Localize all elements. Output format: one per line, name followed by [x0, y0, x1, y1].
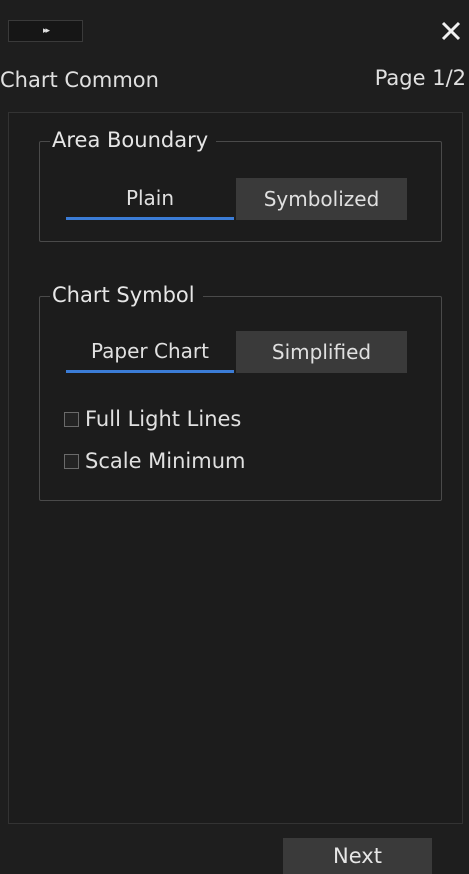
- page-title: Chart Common: [0, 68, 159, 92]
- scale-minimum-label: Scale Minimum: [85, 449, 246, 473]
- double-chevron-right-icon: ▸▸: [42, 26, 50, 36]
- scale-minimum-row[interactable]: Scale Minimum: [64, 446, 246, 476]
- chart-symbol-group: Chart Symbol Paper Chart Simplified Full…: [39, 283, 442, 501]
- chart-symbol-title: Chart Symbol: [50, 283, 203, 307]
- full-light-lines-checkbox[interactable]: [64, 411, 79, 427]
- full-light-lines-row[interactable]: Full Light Lines: [64, 404, 241, 434]
- title-bar: ▸▸: [0, 0, 469, 52]
- symbolized-option-button[interactable]: Symbolized: [236, 178, 407, 220]
- page-indicator: Page 1/2: [374, 66, 466, 90]
- plain-option-label: Plain: [125, 185, 175, 210]
- next-button-label: Next: [333, 844, 382, 868]
- scale-minimum-checkbox[interactable]: [64, 453, 79, 469]
- panel-header: Chart Common Page 1/2: [0, 62, 469, 102]
- simplified-option-button[interactable]: Simplified: [236, 331, 407, 373]
- area-boundary-title: Area Boundary: [50, 128, 217, 152]
- collapse-button[interactable]: ▸▸: [8, 20, 83, 42]
- settings-panel: Area Boundary Plain Symbolized Chart Sym…: [8, 112, 463, 824]
- plain-option-button[interactable]: Plain: [66, 178, 234, 220]
- close-button[interactable]: [436, 14, 466, 48]
- paper-chart-option-label: Paper Chart: [91, 338, 209, 363]
- full-light-lines-label: Full Light Lines: [85, 407, 242, 431]
- next-button[interactable]: Next: [283, 838, 432, 874]
- close-icon: [441, 21, 461, 41]
- simplified-option-label: Simplified: [271, 340, 372, 364]
- symbolized-option-label: Symbolized: [263, 187, 380, 211]
- paper-chart-option-button[interactable]: Paper Chart: [66, 331, 234, 373]
- area-boundary-group: Area Boundary Plain Symbolized: [39, 128, 442, 242]
